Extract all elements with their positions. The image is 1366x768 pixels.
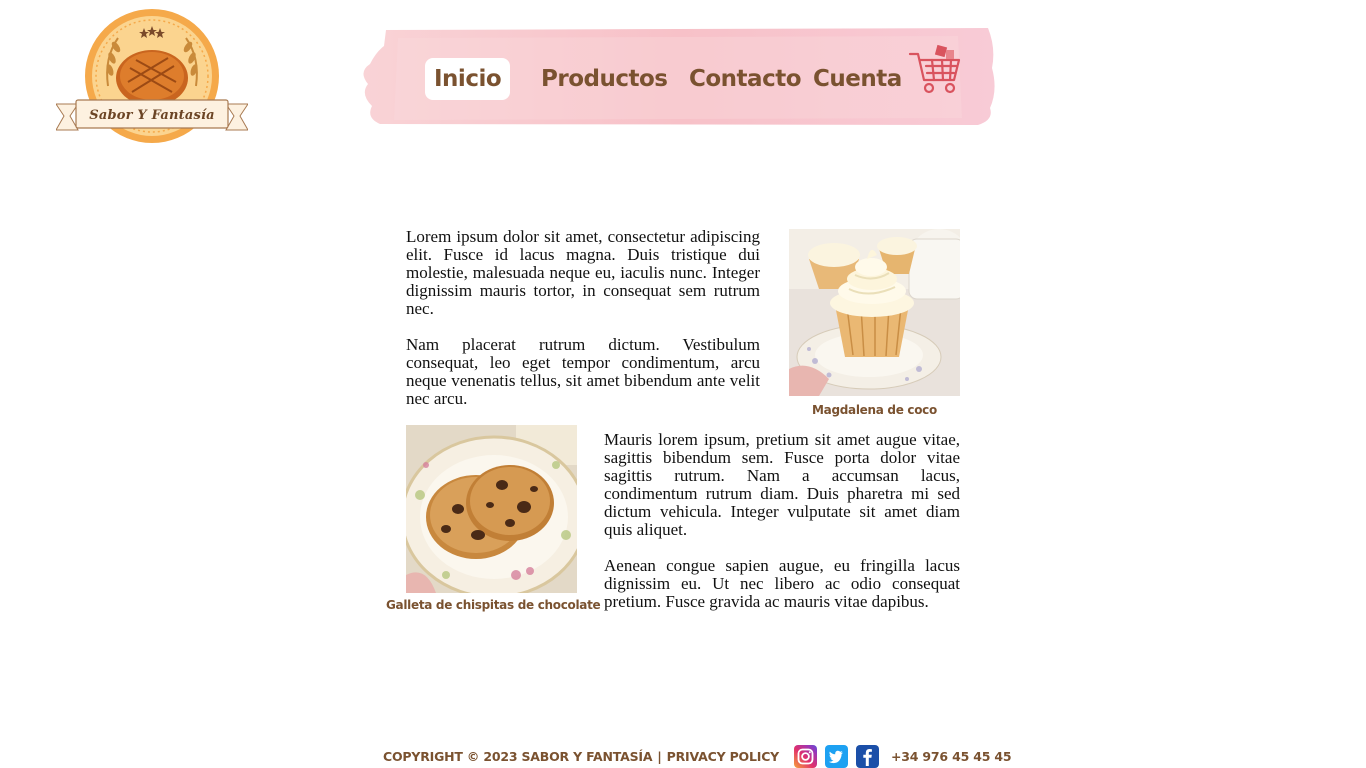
facebook-icon[interactable] [856, 744, 880, 768]
nav-item-productos[interactable]: Productos [541, 58, 668, 100]
nav-item-contacto[interactable]: Contacto [689, 58, 802, 100]
cookie-caption: Galleta de chispitas de chocolate [386, 598, 601, 612]
brand-name: Sabor Y Fantasía [89, 108, 215, 123]
cupcake-caption: Magdalena de coco [812, 403, 937, 417]
copyright-text: COPYRIGHT © 2023 SABOR Y FANTASÍA [383, 748, 653, 764]
nav-item-inicio[interactable]: Inicio [425, 58, 511, 100]
cookie-image [406, 425, 577, 593]
privacy-policy-link[interactable]: PRIVACY POLICY [667, 749, 780, 764]
paragraph-4: Aenean congue sapien augue, eu fringilla… [604, 556, 960, 611]
footer: COPYRIGHT © 2023 SABOR Y FANTASÍA | PRIV… [383, 744, 1012, 768]
page: Sabor Y Fantasía Inicio Productos Contac… [0, 0, 1366, 768]
logo[interactable]: Sabor Y Fantasía [56, 8, 248, 144]
shopping-cart-icon[interactable] [908, 44, 962, 96]
logo-graphic [56, 9, 248, 143]
nav-item-cuenta[interactable]: Cuenta [813, 58, 902, 100]
phone-number: +34 976 45 45 45 [891, 748, 1012, 764]
paragraph-1: Lorem ipsum dolor sit amet, consectetur … [406, 227, 760, 318]
twitter-icon[interactable] [825, 744, 849, 768]
footer-separator: | [657, 748, 662, 764]
instagram-icon[interactable] [794, 744, 818, 768]
cupcake-image [789, 229, 960, 396]
paragraph-3: Mauris lorem ipsum, pretium sit amet aug… [604, 430, 960, 539]
paragraph-2: Nam placerat rutrum dictum. Vestibulum c… [406, 335, 760, 408]
